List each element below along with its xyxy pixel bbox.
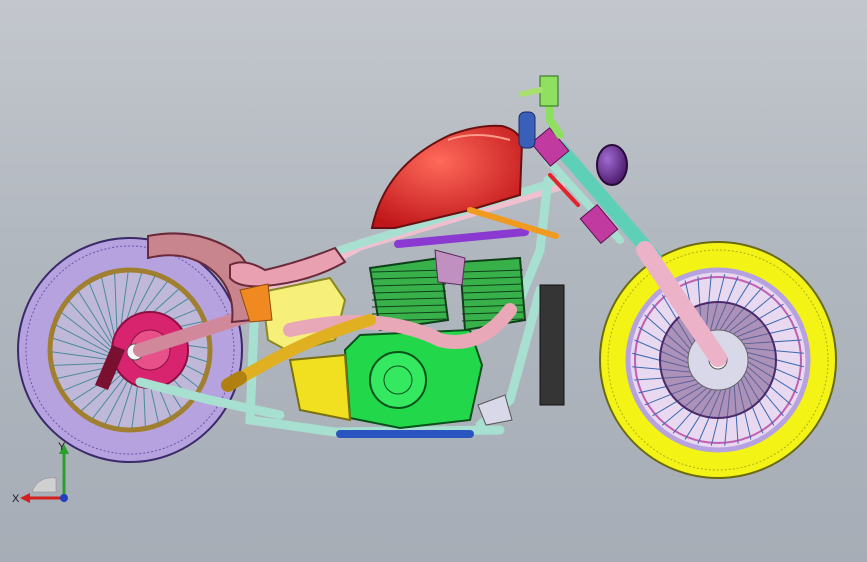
z-axis-dot [60,494,68,502]
fuel-tank[interactable] [370,124,524,229]
x-axis-label: X [12,493,20,505]
motorcycle-model[interactable] [0,0,867,562]
coordinate-triad: Y X [12,441,69,505]
grip[interactable] [518,111,536,149]
radiator[interactable] [539,284,565,406]
purple-bar[interactable] [394,228,529,248]
exhaust-tip[interactable] [221,371,247,392]
cad-viewport[interactable]: Y X [0,0,867,562]
headlight[interactable] [596,144,628,186]
rear-wheel[interactable] [17,237,243,463]
y-axis-label: Y [58,441,66,453]
